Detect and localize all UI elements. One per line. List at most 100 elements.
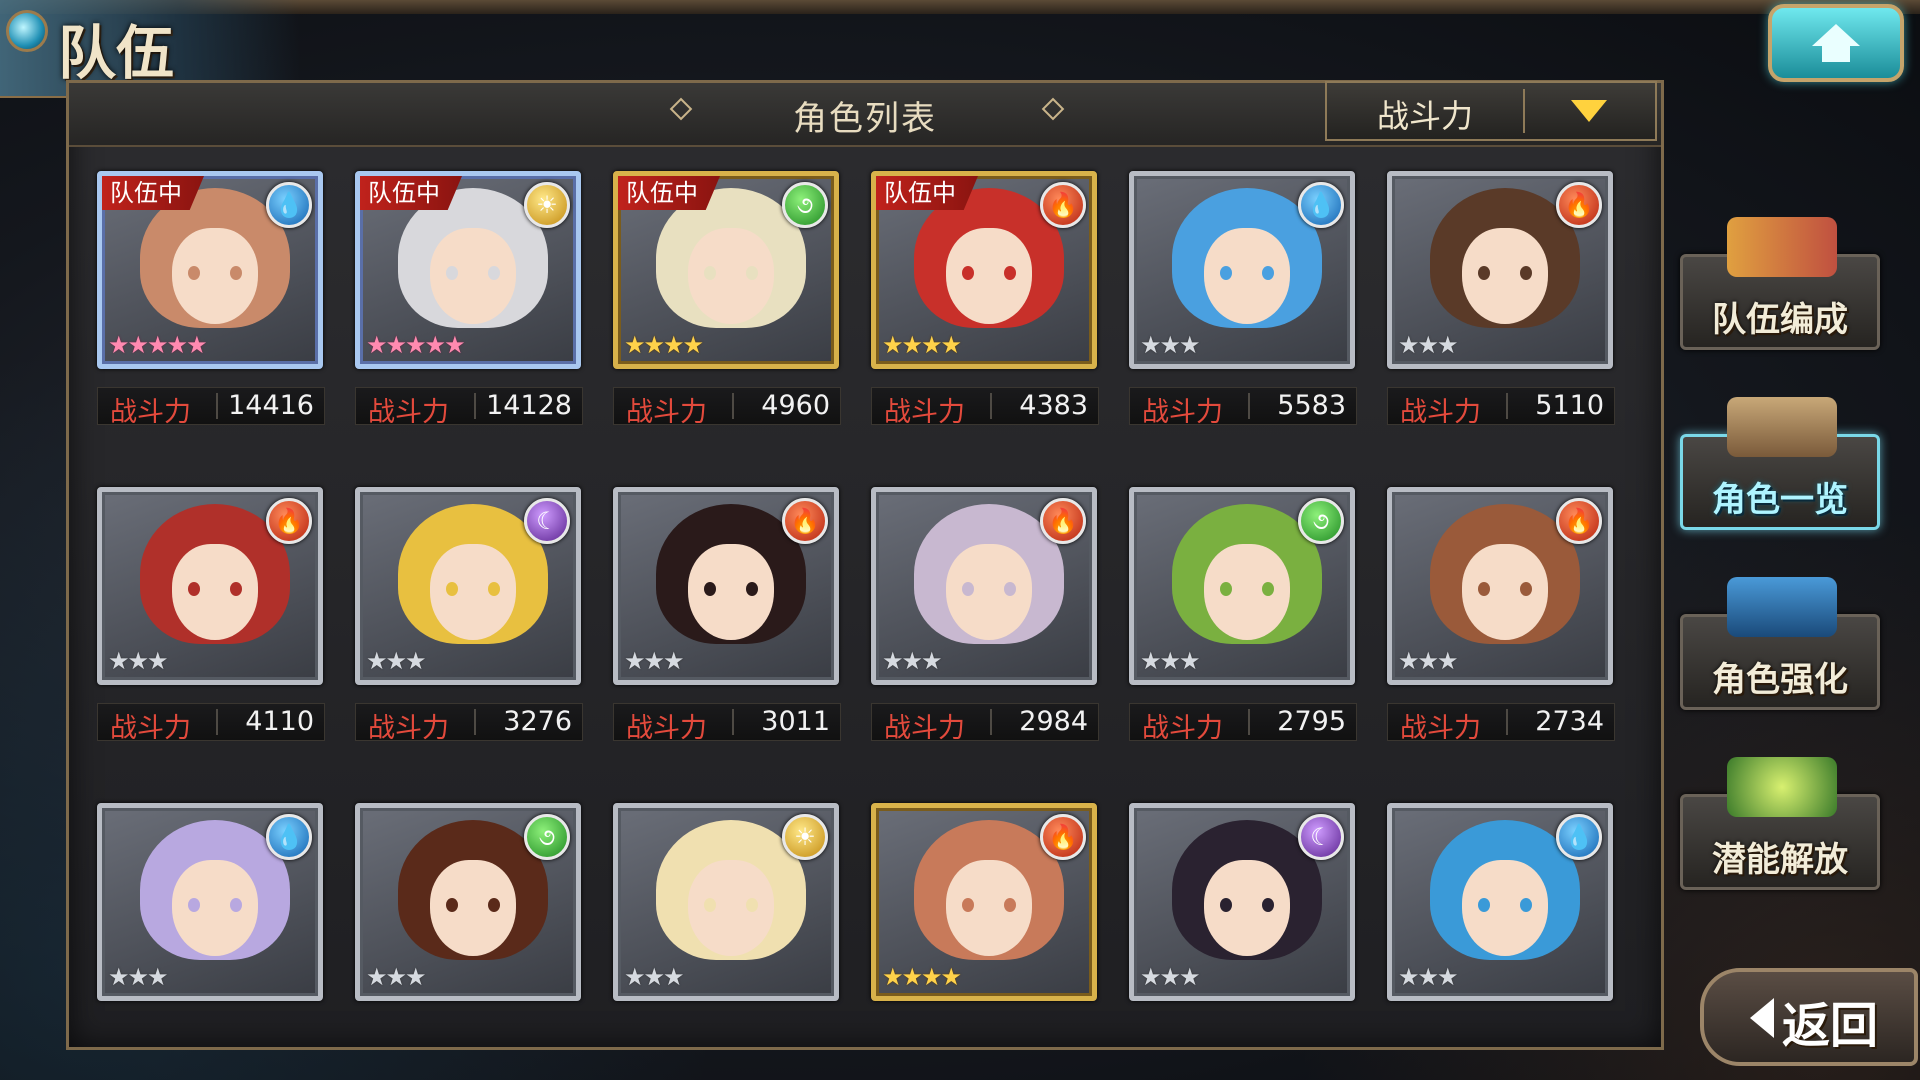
character-card[interactable]: 🔥 ★★★ 战斗力 5110	[1387, 171, 1615, 428]
character-portrait[interactable]: 🔥 ★★★	[97, 487, 323, 685]
character-portrait[interactable]: 🔥 ★★★	[613, 487, 839, 685]
eye	[488, 266, 500, 280]
character-portrait[interactable]: ☾ ★★★	[1129, 803, 1355, 1001]
character-portrait[interactable]: 队伍中 ૭ ★★★★	[613, 171, 839, 369]
eye	[188, 898, 200, 912]
character-card[interactable]: 🔥 ★★★ 战斗力 4110	[97, 487, 325, 744]
eye	[746, 898, 758, 912]
face	[688, 228, 774, 324]
character-portrait[interactable]: 🔥 ★★★	[1387, 487, 1613, 685]
power-bar: 战斗力 14128	[355, 387, 583, 428]
character-portrait[interactable]: 队伍中 ☀ ★★★★★	[355, 171, 581, 369]
sort-select[interactable]: 战斗力	[1325, 81, 1657, 141]
power-divider	[474, 709, 476, 735]
face	[688, 544, 774, 640]
side-menu-label: 队伍编成	[1712, 300, 1848, 340]
eye	[962, 582, 974, 596]
eye	[704, 582, 716, 596]
character-list-button[interactable]: 角色一览	[1680, 397, 1880, 530]
rarity-stars: ★★★	[1398, 963, 1459, 991]
eye	[488, 582, 500, 596]
eye	[704, 266, 716, 280]
sort-label: 战斗力	[1376, 97, 1473, 135]
power-divider	[474, 393, 476, 419]
character-enhance-button[interactable]: 角色强化	[1680, 577, 1880, 710]
back-button[interactable]: 返回	[1700, 968, 1918, 1066]
character-portrait[interactable]: 队伍中 🔥 ★★★★	[871, 171, 1097, 369]
character-card[interactable]: 💧 ★★★ 战斗力 5583	[1129, 171, 1357, 428]
face	[1462, 228, 1548, 324]
power-bar: 战斗力 5110	[1387, 387, 1615, 428]
in-team-badge: 队伍中	[618, 176, 720, 210]
page-title: 队伍	[58, 19, 175, 87]
fire-element-icon: 🔥	[1040, 814, 1086, 860]
character-card[interactable]: 队伍中 ☀ ★★★★★ 战斗力 14128	[355, 171, 583, 428]
power-bar: 战斗力 4960	[613, 387, 841, 428]
power-value: 4960	[761, 390, 830, 421]
character-card[interactable]: ☀ ★★★	[613, 803, 839, 1001]
potential-unlock-button[interactable]: 潜能解放	[1680, 757, 1880, 890]
face	[172, 860, 258, 956]
character-portrait[interactable]: ☀ ★★★	[613, 803, 839, 1001]
back-arrow-icon	[1750, 998, 1774, 1038]
power-bar: 战斗力 4110	[97, 703, 325, 744]
rarity-stars: ★★★	[1140, 963, 1201, 991]
character-card[interactable]: ☾ ★★★	[1129, 803, 1355, 1001]
face	[1462, 544, 1548, 640]
power-divider	[1248, 393, 1250, 419]
character-portrait[interactable]: 🔥 ★★★	[1387, 171, 1613, 369]
power-bar: 战斗力 2984	[871, 703, 1099, 744]
eye	[1262, 582, 1274, 596]
power-divider	[990, 709, 992, 735]
character-card[interactable]: 🔥 ★★★ 战斗力 2734	[1387, 487, 1615, 744]
character-portrait[interactable]: 💧 ★★★	[1129, 171, 1355, 369]
water-element-icon: 💧	[266, 814, 312, 860]
face	[1462, 860, 1548, 956]
eye	[1262, 266, 1274, 280]
fire-element-icon: 🔥	[782, 498, 828, 544]
power-label: 战斗力	[368, 713, 449, 744]
character-card[interactable]: 💧 ★★★	[97, 803, 323, 1001]
rarity-stars: ★★★	[108, 647, 169, 675]
power-divider	[732, 393, 734, 419]
rarity-stars: ★★★★★	[108, 331, 208, 359]
rarity-stars: ★★★	[366, 647, 427, 675]
character-card[interactable]: ☾ ★★★ 战斗力 3276	[355, 487, 583, 744]
power-divider	[1506, 393, 1508, 419]
character-card[interactable]: 🔥 ★★★ 战斗力 3011	[613, 487, 841, 744]
character-card[interactable]: ૭ ★★★	[355, 803, 581, 1001]
back-label: 返回	[1782, 998, 1879, 1054]
character-card[interactable]: 队伍中 💧 ★★★★★ 战斗力 14416	[97, 171, 325, 428]
rarity-stars: ★★★	[366, 963, 427, 991]
face	[1204, 860, 1290, 956]
character-card[interactable]: 队伍中 🔥 ★★★★ 战斗力 4383	[871, 171, 1099, 428]
team-formation-button[interactable]: 队伍编成	[1680, 217, 1880, 350]
character-portrait[interactable]: 💧 ★★★	[97, 803, 323, 1001]
sort-dropdown-button[interactable]	[1525, 83, 1653, 139]
face	[430, 228, 516, 324]
character-portrait[interactable]: ☾ ★★★	[355, 487, 581, 685]
dark-element-icon: ☾	[1298, 814, 1344, 860]
eye	[446, 582, 458, 596]
dark-element-icon: ☾	[524, 498, 570, 544]
character-card[interactable]: 💧 ★★★	[1387, 803, 1613, 1001]
face	[688, 860, 774, 956]
character-portrait[interactable]: 队伍中 💧 ★★★★★	[97, 171, 323, 369]
character-portrait[interactable]: 🔥 ★★★	[871, 487, 1097, 685]
eye	[1220, 898, 1232, 912]
power-value: 4110	[245, 706, 314, 737]
character-portrait[interactable]: 🔥 ★★★★	[871, 803, 1097, 1001]
character-card[interactable]: ૭ ★★★ 战斗力 2795	[1129, 487, 1357, 744]
character-card[interactable]: 🔥 ★★★ 战斗力 2984	[871, 487, 1099, 744]
menu-art-icon	[1727, 217, 1837, 277]
rarity-stars: ★★★	[1398, 647, 1459, 675]
character-portrait[interactable]: ૭ ★★★	[355, 803, 581, 1001]
rarity-stars: ★★★	[1140, 647, 1201, 675]
character-portrait[interactable]: ૭ ★★★	[1129, 487, 1355, 685]
home-button[interactable]	[1768, 4, 1904, 82]
character-card[interactable]: 队伍中 ૭ ★★★★ 战斗力 4960	[613, 171, 841, 428]
power-value: 14128	[486, 390, 572, 421]
power-value: 5583	[1277, 390, 1346, 421]
character-portrait[interactable]: 💧 ★★★	[1387, 803, 1613, 1001]
character-card[interactable]: 🔥 ★★★★	[871, 803, 1097, 1001]
